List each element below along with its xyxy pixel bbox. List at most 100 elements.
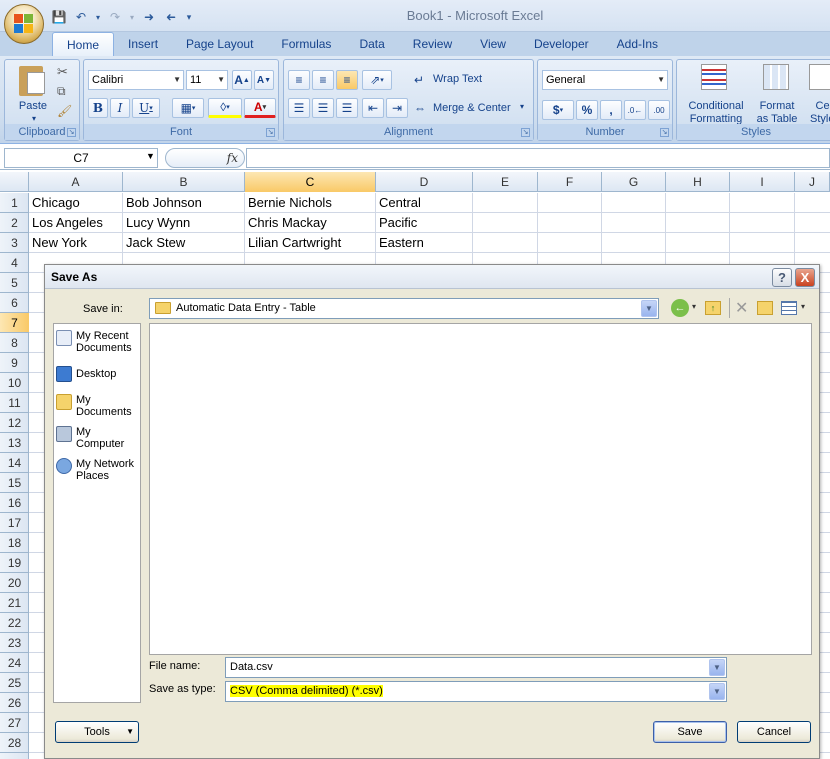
shrink-font-icon[interactable]: A ▼	[254, 70, 274, 90]
tab-page-layout[interactable]: Page Layout	[172, 32, 267, 56]
tab-data[interactable]: Data	[345, 32, 398, 56]
column-header-b[interactable]: B	[123, 172, 245, 192]
cell-b1[interactable]: Bob Johnson	[123, 193, 245, 213]
row-header-26[interactable]: 26	[0, 693, 29, 713]
align-center-icon[interactable]: ☰	[312, 98, 334, 118]
paste-icon[interactable]	[15, 64, 49, 98]
row-header-28[interactable]: 28	[0, 733, 29, 753]
cell-c1[interactable]: Bernie Nichols	[245, 193, 376, 213]
insert-function-button[interactable]: fx	[165, 148, 245, 168]
align-left-icon[interactable]: ☰	[288, 98, 310, 118]
copy-icon[interactable]: ⧉	[57, 84, 66, 99]
name-box[interactable]: C7	[4, 148, 158, 168]
row-header-18[interactable]: 18	[0, 533, 29, 553]
file-name-input[interactable]: Data.csv ▼	[225, 657, 727, 678]
row-header-14[interactable]: 14	[0, 453, 29, 473]
font-name-select[interactable]: Calibri ▼	[88, 70, 184, 90]
place-my-recent-documents[interactable]: My Recent Documents	[56, 330, 140, 354]
tab-view[interactable]: View	[466, 32, 520, 56]
fill-color-icon[interactable]: ◊ ▾	[208, 98, 242, 118]
cell-styles-icon[interactable]	[809, 64, 830, 90]
align-top-icon[interactable]: ≡	[288, 70, 310, 90]
row-header-1[interactable]: 1	[0, 193, 29, 213]
row-header-20[interactable]: 20	[0, 573, 29, 593]
increase-decimal-icon[interactable]: .0←	[624, 100, 646, 120]
row-header-21[interactable]: 21	[0, 593, 29, 613]
row-header-13[interactable]: 13	[0, 433, 29, 453]
name-box-dropdown-icon[interactable]: ▼	[146, 151, 155, 161]
align-right-icon[interactable]: ☰	[336, 98, 358, 118]
column-header-g[interactable]: G	[602, 172, 666, 192]
row-header-10[interactable]: 10	[0, 373, 29, 393]
column-header-e[interactable]: E	[473, 172, 538, 192]
tab-developer[interactable]: Developer	[520, 32, 603, 56]
format-as-table-button[interactable]: Format as Table	[753, 100, 801, 126]
place-my-computer[interactable]: My Computer	[56, 426, 140, 450]
row-header-6[interactable]: 6	[0, 293, 29, 313]
up-folder-icon[interactable]: ↑	[705, 301, 721, 315]
font-launcher-icon[interactable]: ↘	[266, 128, 275, 137]
column-header-f[interactable]: F	[538, 172, 602, 192]
column-header-a[interactable]: A	[29, 172, 123, 192]
row-header-7[interactable]: 7	[0, 313, 29, 333]
orientation-icon[interactable]: ⇗ ▾	[362, 70, 392, 90]
grow-font-icon[interactable]: A ▲	[232, 70, 252, 90]
tab-add-ins[interactable]: Add-Ins	[603, 32, 672, 56]
cell-a1[interactable]: Chicago	[29, 193, 123, 213]
decrease-decimal-icon[interactable]: .00	[648, 100, 670, 120]
row-header-24[interactable]: 24	[0, 653, 29, 673]
number-format-select[interactable]: General ▼	[542, 70, 668, 90]
cell-b2[interactable]: Lucy Wynn	[123, 213, 245, 233]
bold-icon[interactable]: B	[88, 98, 108, 118]
cell-c2[interactable]: Chris Mackay	[245, 213, 376, 233]
row-header-23[interactable]: 23	[0, 633, 29, 653]
column-header-j[interactable]: J	[795, 172, 830, 192]
comma-icon[interactable]: ,	[600, 100, 622, 120]
views-dropdown-icon[interactable]: ▾	[801, 302, 805, 311]
row-header-2[interactable]: 2	[0, 213, 29, 233]
conditional-formatting-button[interactable]: Conditional Formatting	[679, 100, 753, 126]
row-header-5[interactable]: 5	[0, 273, 29, 293]
row-header-17[interactable]: 17	[0, 513, 29, 533]
row-header-16[interactable]: 16	[0, 493, 29, 513]
file-list[interactable]	[149, 323, 812, 655]
row-header-8[interactable]: 8	[0, 333, 29, 353]
row-header-22[interactable]: 22	[0, 613, 29, 633]
format-painter-icon[interactable]: 🖌	[57, 104, 72, 118]
new-folder-icon[interactable]	[757, 301, 773, 315]
font-size-select[interactable]: 11 ▼	[186, 70, 228, 90]
clipboard-launcher-icon[interactable]: ↘	[67, 128, 76, 137]
row-header-15[interactable]: 15	[0, 473, 29, 493]
cell-a3[interactable]: New York	[29, 233, 123, 253]
increase-indent-icon[interactable]: ⇥	[386, 98, 408, 118]
cancel-button[interactable]: Cancel	[737, 721, 811, 743]
save-as-type-select[interactable]: CSV (Comma delimited) (*.csv) ▼	[225, 681, 727, 702]
delete-icon[interactable]: ✕	[735, 298, 748, 318]
row-header-12[interactable]: 12	[0, 413, 29, 433]
row-header-25[interactable]: 25	[0, 673, 29, 693]
wrap-text-button[interactable]: Wrap Text	[433, 73, 482, 85]
cell-d3[interactable]: Eastern	[376, 233, 473, 253]
cut-icon[interactable]: ✂	[57, 64, 68, 80]
row-header-19[interactable]: 19	[0, 553, 29, 573]
cell-d1[interactable]: Central	[376, 193, 473, 213]
format-as-table-icon[interactable]	[763, 64, 789, 90]
place-my-documents[interactable]: My Documents	[56, 394, 140, 418]
tools-button[interactable]: Tools ▼	[55, 721, 139, 743]
tab-home[interactable]: Home	[52, 32, 115, 56]
cell-c3[interactable]: Lilian Cartwright	[245, 233, 376, 253]
number-launcher-icon[interactable]: ↘	[660, 128, 669, 137]
views-icon[interactable]	[781, 301, 797, 315]
alignment-launcher-icon[interactable]: ↘	[521, 128, 530, 137]
save-button[interactable]: Save	[653, 721, 727, 743]
cell-d2[interactable]: Pacific	[376, 213, 473, 233]
row-header-11[interactable]: 11	[0, 393, 29, 413]
align-middle-icon[interactable]: ≡	[312, 70, 334, 90]
formula-input[interactable]	[246, 148, 830, 168]
back-dropdown-icon[interactable]: ▾	[692, 302, 696, 311]
place-my-network-places[interactable]: My Network Places	[56, 458, 140, 482]
place-desktop[interactable]: Desktop	[56, 366, 140, 382]
align-bottom-icon[interactable]: ≡	[336, 70, 358, 90]
select-all-corner[interactable]	[0, 172, 29, 192]
back-icon[interactable]: ←	[671, 299, 689, 317]
